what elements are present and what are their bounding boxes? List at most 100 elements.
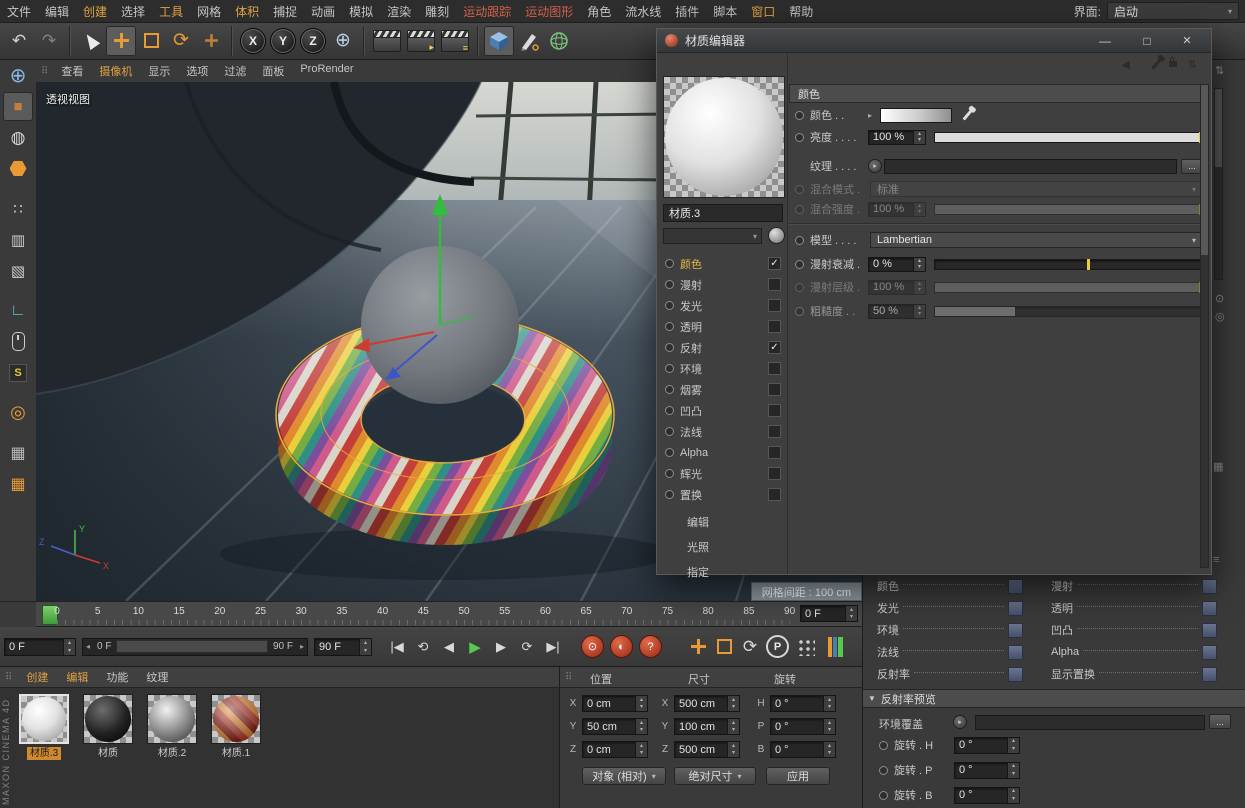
- reflectance-preview-section[interactable]: ▼ 反射率预览: [863, 689, 1245, 708]
- sidebar-points-mode-button[interactable]: ∷: [3, 194, 33, 223]
- live-selection-button[interactable]: [76, 26, 106, 56]
- step-down-icon[interactable]: ▾: [728, 704, 739, 712]
- grid-panel-icon[interactable]: ▦: [1213, 460, 1223, 473]
- preview-shape-button[interactable]: [768, 227, 785, 244]
- sidebar-ruler-tool-button[interactable]: ∟: [3, 296, 33, 325]
- size-mode-dropdown[interactable]: 绝对尺寸▾: [674, 767, 756, 785]
- rotation-field[interactable]: 0 °▴▾: [954, 737, 1020, 754]
- menu-item[interactable]: 插件: [668, 3, 706, 20]
- scrollbar-handle[interactable]: [1201, 85, 1208, 255]
- channel-toggle-checkbox[interactable]: [1202, 667, 1217, 682]
- animation-dot-icon[interactable]: [795, 133, 804, 142]
- render-settings-button[interactable]: ≡: [441, 30, 469, 52]
- stepper-arrows[interactable]: ▴▾: [727, 696, 739, 711]
- menu-item[interactable]: 编辑: [38, 3, 76, 20]
- menu-item[interactable]: 雕刻: [418, 3, 456, 20]
- menu-item[interactable]: 运动图形: [518, 3, 580, 20]
- material-item[interactable]: 材质: [80, 694, 136, 760]
- mix-mode-dropdown[interactable]: 标准 ▾: [870, 181, 1203, 197]
- rotation-field[interactable]: 0 °▴▾: [954, 787, 1020, 804]
- rotation-field[interactable]: 0 °▴▾: [954, 762, 1020, 779]
- channel-led-icon[interactable]: [665, 385, 674, 394]
- channel-checkbox[interactable]: [768, 404, 781, 417]
- channel-checkbox[interactable]: [768, 488, 781, 501]
- expand-arrow-icon[interactable]: ▸: [868, 111, 880, 120]
- eyedropper-icon[interactable]: [962, 109, 972, 120]
- stepper-arrows[interactable]: ▴▾: [359, 639, 371, 655]
- size-field[interactable]: 500 cm▴▾: [674, 741, 740, 758]
- brightness-slider[interactable]: [934, 132, 1203, 143]
- sidebar-convert-object-button[interactable]: ⊕: [3, 61, 33, 90]
- roughness-slider[interactable]: [934, 306, 1203, 317]
- step-down-icon[interactable]: ▾: [1008, 795, 1019, 803]
- menu-item[interactable]: 流水线: [618, 3, 668, 20]
- step-down-icon[interactable]: ▾: [914, 311, 925, 318]
- maximize-button[interactable]: □: [1129, 29, 1165, 52]
- render-to-picture-viewer-button[interactable]: ▸: [407, 30, 435, 52]
- step-down-icon[interactable]: ▾: [728, 750, 739, 758]
- channel-toggle-checkbox[interactable]: [1202, 579, 1217, 594]
- coordinate-system-globe-button[interactable]: ⊕: [328, 26, 358, 56]
- material-page-item[interactable]: 光照: [661, 534, 787, 559]
- step-down-icon[interactable]: ▾: [824, 750, 835, 758]
- brightness-field[interactable]: 100 % ▴▾: [868, 130, 926, 145]
- material-manager-menu-item[interactable]: 功能: [97, 669, 137, 685]
- subdivision-surface-button[interactable]: [544, 26, 574, 56]
- channel-toggle-checkbox[interactable]: [1008, 667, 1023, 682]
- eyedropper-icon[interactable]: [1151, 58, 1161, 69]
- position-field[interactable]: 0 cm▴▾: [582, 741, 648, 758]
- step-down-icon[interactable]: ▾: [636, 750, 647, 758]
- channel-toggle-checkbox[interactable]: [1202, 623, 1217, 638]
- minimize-button[interactable]: —: [1087, 29, 1123, 52]
- rotation-field[interactable]: 0 °▴▾: [770, 695, 836, 712]
- menu-item[interactable]: 文件: [0, 3, 38, 20]
- current-frame-field[interactable]: 0 F ▴▾: [4, 638, 76, 656]
- autokeying-button[interactable]: ◐: [610, 635, 633, 658]
- menu-item[interactable]: 创建: [76, 3, 114, 20]
- record-dot-icon[interactable]: ⊙: [1215, 292, 1224, 305]
- menu-item[interactable]: 体积: [228, 3, 266, 20]
- stepper-arrows[interactable]: ▴▾: [1007, 788, 1019, 803]
- material-preview[interactable]: [663, 76, 785, 198]
- stepper-arrows[interactable]: ▴▾: [845, 606, 857, 621]
- animation-dot-icon[interactable]: [879, 766, 888, 775]
- channel-led-icon[interactable]: [665, 259, 674, 268]
- list-panel-icon[interactable]: ≡: [1213, 554, 1219, 566]
- previous-frame-button[interactable]: ◀: [436, 635, 462, 659]
- swap-panel-icon[interactable]: ⇅: [1215, 64, 1224, 77]
- channel-led-icon[interactable]: [665, 448, 674, 457]
- sidebar-model-mode-button[interactable]: ■: [3, 92, 33, 121]
- keyframe-options-button[interactable]: ?: [639, 635, 662, 658]
- channel-checkbox[interactable]: [768, 362, 781, 375]
- step-down-icon[interactable]: ▾: [728, 727, 739, 735]
- menu-item[interactable]: 工具: [152, 3, 190, 20]
- stepper-arrows[interactable]: ▴▾: [727, 742, 739, 757]
- material-page-item[interactable]: 指定: [661, 559, 787, 584]
- material-channel-row[interactable]: Alpha: [661, 442, 787, 463]
- play-backwards-button[interactable]: ⟲: [410, 635, 436, 659]
- channel-checkbox[interactable]: [768, 425, 781, 438]
- environment-texture-field[interactable]: [975, 715, 1205, 730]
- channel-led-icon[interactable]: [665, 301, 674, 310]
- material-manager-menu-item[interactable]: 创建: [17, 669, 57, 685]
- ruler-frame-field[interactable]: 0 F ▴▾: [800, 605, 858, 622]
- stepper-arrows[interactable]: ▴▾: [727, 719, 739, 734]
- menu-item[interactable]: 渲染: [380, 3, 418, 20]
- roughness-field[interactable]: 50 % ▴▾: [868, 304, 926, 319]
- texture-arrow-button[interactable]: ▸: [868, 159, 882, 173]
- size-field[interactable]: 100 cm▴▾: [674, 718, 740, 735]
- apply-button[interactable]: 应用: [766, 767, 830, 785]
- channel-checkbox[interactable]: [768, 299, 781, 312]
- menu-item[interactable]: 运动跟踪: [456, 3, 518, 20]
- channel-led-icon[interactable]: [665, 406, 674, 415]
- step-up-icon[interactable]: ▴: [360, 639, 371, 647]
- channel-checkbox[interactable]: [768, 446, 781, 459]
- stepper-arrows[interactable]: ▴▾: [1007, 763, 1019, 778]
- close-button[interactable]: ×: [1169, 29, 1205, 52]
- channel-checkbox[interactable]: [768, 383, 781, 396]
- coordinate-mode-dropdown[interactable]: 对象 (相对)▾: [582, 767, 666, 785]
- step-down-icon[interactable]: ▾: [636, 704, 647, 712]
- channel-checkbox[interactable]: ✓: [768, 257, 781, 270]
- material-channel-row[interactable]: 颜色✓: [661, 253, 787, 274]
- step-down-icon[interactable]: ▾: [636, 727, 647, 735]
